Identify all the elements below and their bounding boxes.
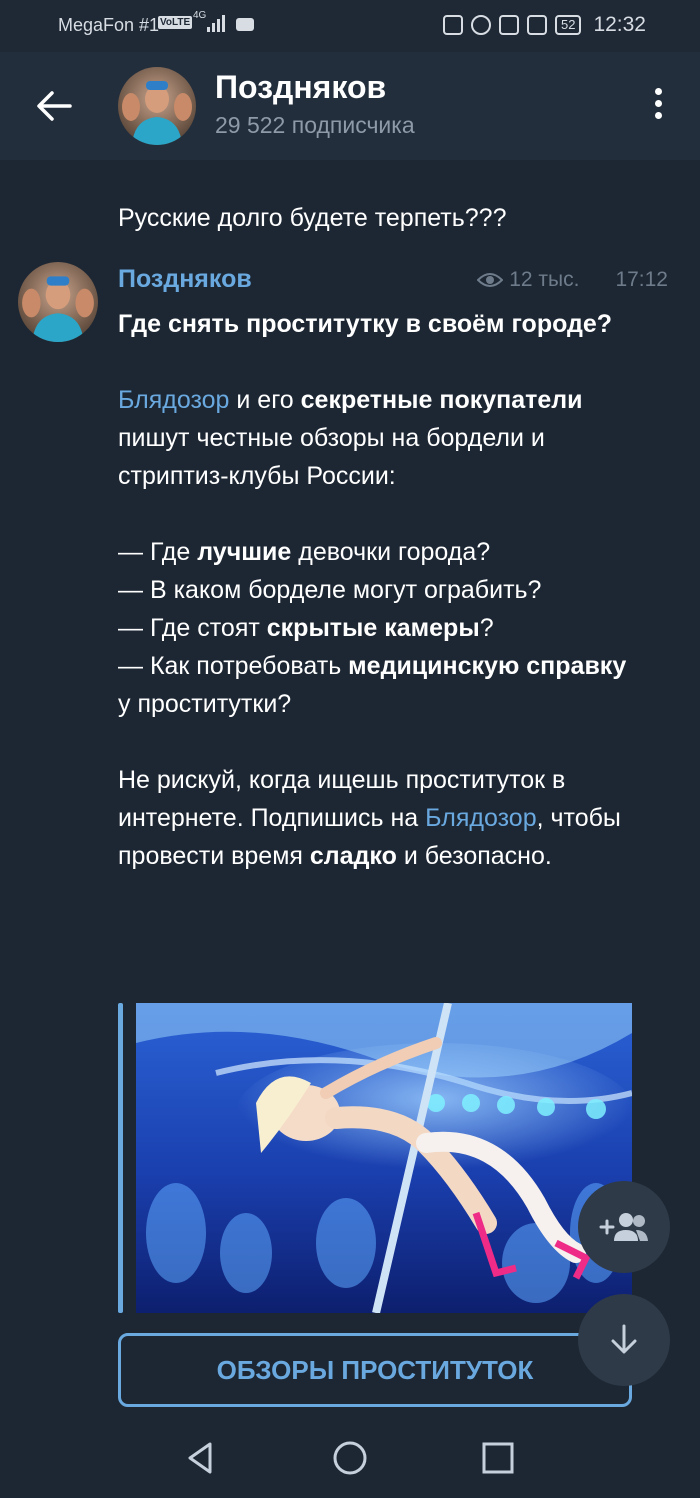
more-vertical-icon[interactable] <box>650 88 666 124</box>
eye-icon <box>477 273 504 287</box>
text-span: — Где стоят <box>118 614 267 642</box>
blyadozor-link[interactable]: Блядозор <box>425 804 536 832</box>
bluetooth-icon <box>498 15 519 35</box>
signal-icon <box>207 15 225 32</box>
status-bar: MegaFon #1 VoLTE 4G 52 12:32 <box>0 0 700 52</box>
nfc-icon <box>442 15 463 35</box>
post-time: 17:12 <box>615 268 668 291</box>
clock: 12:32 <box>593 13 646 36</box>
channel-name[interactable]: Поздняков <box>215 69 386 106</box>
post-body: Где снять проститутку в своём городе? Бл… <box>118 305 638 875</box>
link-preview-bar <box>118 1003 123 1313</box>
text-span: и его <box>229 386 301 414</box>
network-type: 4G <box>193 10 207 21</box>
volte-badge: VoLTE <box>158 16 193 29</box>
subscriber-count: 29 522 подписчика <box>215 112 415 138</box>
chat-header: Поздняков 29 522 подписчика <box>0 52 700 160</box>
bold-span: скрытые камеры <box>266 614 480 642</box>
nav-home-icon[interactable] <box>330 1438 370 1478</box>
add-user-icon <box>599 1213 648 1241</box>
reviews-button[interactable]: ОБЗОРЫ ПРОСТИТУТОК <box>118 1333 632 1407</box>
text-span: пишут честные обзоры на бордели и стрипт… <box>118 424 545 490</box>
add-members-button[interactable] <box>578 1181 670 1273</box>
post-image[interactable] <box>136 1003 632 1313</box>
post-paragraph-1: Блядозор и его секретные покупатели пишу… <box>118 381 638 495</box>
channel-avatar[interactable] <box>118 67 196 145</box>
arrow-left-icon[interactable] <box>30 82 78 130</box>
list-item: — В каком борделе могут ограбить? <box>118 571 638 609</box>
text-span: — В каком борделе могут ограбить? <box>118 576 542 604</box>
scroll-down-button[interactable] <box>578 1294 670 1386</box>
nav-back-icon[interactable] <box>180 1438 220 1478</box>
battery-indicator: 52 <box>554 15 582 35</box>
bold-span: сладко <box>309 842 397 870</box>
list-item: — Где стоят скрытые камеры? <box>118 609 638 647</box>
text-span: девочки города? <box>291 538 491 566</box>
vibrate-icon <box>526 15 547 35</box>
text-span: — Как потребовать <box>118 652 349 680</box>
previous-message-text: Русские долго будете терпеть??? <box>118 204 507 232</box>
post-title: Где снять проститутку в своём городе? <box>118 310 613 338</box>
text-span: и безопасно. <box>396 842 552 870</box>
list-item: — Как потребовать медицинскую справку у … <box>118 647 638 723</box>
post-author-avatar[interactable] <box>18 262 98 342</box>
post-author-name[interactable]: Поздняков <box>118 265 252 294</box>
arrow-down-icon <box>611 1324 637 1354</box>
text-span: ? <box>479 614 494 642</box>
youtube-icon <box>236 18 254 31</box>
bold-span: секретные покупатели <box>300 386 583 414</box>
text-span: — Где <box>118 538 198 566</box>
carrier-label: MegaFon #1 <box>58 15 160 35</box>
bold-span: медицинскую справку <box>348 652 627 680</box>
nav-recents-icon[interactable] <box>478 1438 518 1478</box>
list-item: — Где лучшие девочки города? <box>118 533 638 571</box>
post-meta: 12 тыс. 17:12 <box>477 268 668 292</box>
post-paragraph-3: Не рискуй, когда ищешь проституток в инт… <box>118 761 638 875</box>
view-count: 12 тыс. <box>509 268 580 291</box>
bold-span: лучшие <box>197 538 292 566</box>
system-nav-bar <box>0 1420 700 1498</box>
alarm-icon <box>470 15 491 35</box>
blyadozor-link[interactable]: Блядозор <box>118 386 229 414</box>
text-span: у проститутки? <box>118 690 292 718</box>
